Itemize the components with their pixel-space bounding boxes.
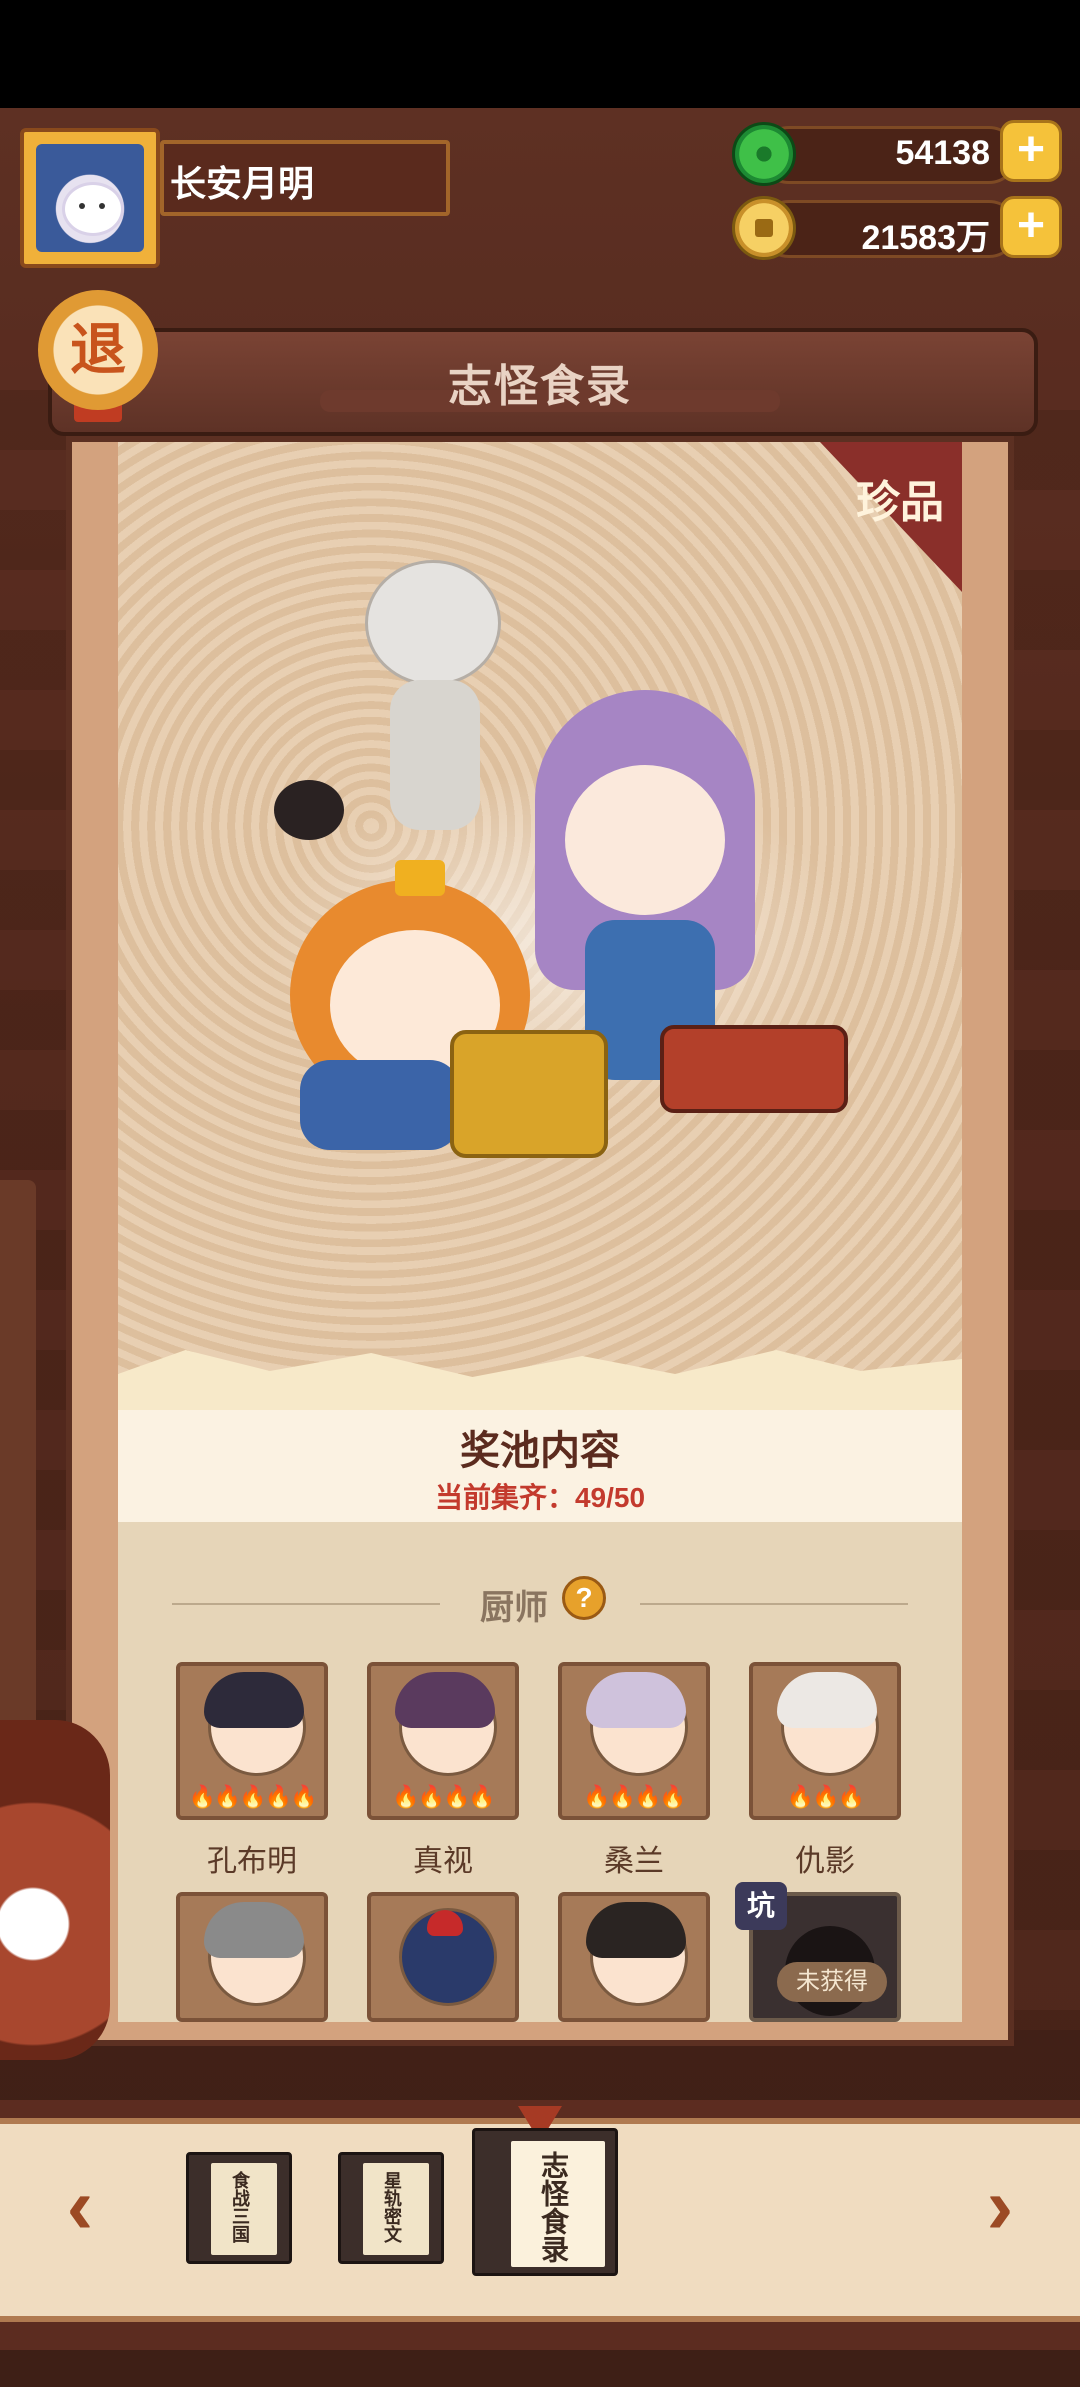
book-label: 食战三国: [230, 2171, 250, 2243]
player-name: 长安月明: [170, 163, 315, 204]
book-tab-xinggui-miwen[interactable]: 星轨密文: [338, 2152, 444, 2264]
chef-card[interactable]: 🔥🔥🔥🔥🔥: [176, 1662, 328, 1820]
chef-rarity-flames: 🔥🔥🔥🔥🔥: [188, 1784, 318, 1809]
character-orange-robe: [300, 1060, 460, 1150]
book-label: 志怪食录: [538, 2151, 569, 2263]
chef-name: 孔布明: [207, 1845, 297, 1878]
black-creature: [274, 780, 344, 840]
section-divider-right: [640, 1603, 908, 1605]
brush-decoration: [0, 1720, 110, 2060]
chef-hair: [204, 1902, 304, 1958]
add-coins-button[interactable]: +: [1000, 196, 1062, 258]
chef-card[interactable]: [176, 1892, 328, 2022]
prev-arrow-button[interactable]: ‹: [50, 2166, 110, 2246]
character-purple-face: [565, 765, 725, 915]
add-jade-button[interactable]: +: [1000, 120, 1062, 182]
section-title-chefs: 厨师: [480, 1589, 548, 1627]
chef-name: 真视: [413, 1845, 473, 1878]
chef-hair: [586, 1672, 686, 1728]
golden-lock-prop: [450, 1030, 608, 1158]
unobtained-badge: 未获得: [777, 1962, 887, 2002]
crown-ornament: [395, 860, 445, 896]
book-label: 星轨密文: [382, 2171, 402, 2243]
chef-hair: [586, 1902, 686, 1958]
chef-hair: [395, 1672, 495, 1728]
page-title: 志怪食录: [448, 362, 632, 411]
retreat-button[interactable]: 退: [38, 290, 158, 410]
chef-name: 桑兰: [604, 1845, 664, 1878]
coin-amount: 21583万: [861, 219, 990, 257]
chef-card[interactable]: 🔥🔥🔥: [749, 1662, 901, 1820]
chef-rarity-flames: 🔥🔥🔥🔥: [583, 1784, 687, 1809]
avatar-face: [62, 182, 124, 236]
chef-hair: [777, 1672, 877, 1728]
chef-hair: [204, 1672, 304, 1728]
chef-rarity-flames: 🔥🔥🔥🔥: [392, 1784, 496, 1809]
rarity-label: 珍品: [856, 478, 944, 527]
next-arrow-button[interactable]: ›: [970, 2166, 1030, 2246]
chef-card[interactable]: 🔥🔥🔥🔥: [367, 1662, 519, 1820]
jade-icon: [732, 122, 796, 186]
jade-amount: 54138: [895, 134, 990, 172]
pool-progress: 当前集齐：49/50: [434, 1482, 646, 1513]
character-white-body: [390, 680, 480, 830]
character-white-hair: [365, 560, 501, 686]
help-icon[interactable]: ?: [562, 1576, 606, 1620]
chainsaw-prop: [660, 1025, 848, 1113]
book-tab-shizhan-sanguo[interactable]: 食战三国: [186, 2152, 292, 2264]
player-avatar-frame[interactable]: [20, 128, 160, 268]
coin-icon: [732, 196, 796, 260]
status-bar-area: [0, 0, 1080, 108]
avatar: [36, 144, 144, 252]
chef-name: 仇影: [795, 1845, 855, 1878]
pool-title: 奖池内容: [460, 1429, 620, 1473]
pit-tag: 坑: [735, 1882, 787, 1930]
chef-card[interactable]: [367, 1892, 519, 2022]
chef-card[interactable]: 🔥🔥🔥🔥: [558, 1662, 710, 1820]
book-tab-zhiguai-shilu[interactable]: 志怪食录: [472, 2128, 618, 2276]
chef-card[interactable]: [558, 1892, 710, 2022]
chef-rarity-flames: 🔥🔥🔥: [786, 1784, 865, 1809]
section-divider-left: [172, 1603, 440, 1605]
